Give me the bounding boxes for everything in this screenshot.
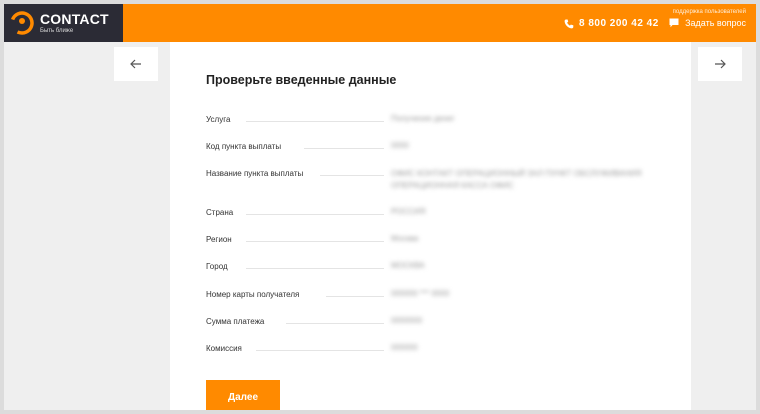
row-value: Москва [391, 234, 419, 243]
page-frame: CONTACT Быть ближе 8 800 200 42 42 подде… [0, 0, 760, 414]
row-divider [246, 268, 384, 269]
row-label: Регион [206, 235, 232, 244]
row-value: 000000 [391, 343, 418, 352]
ask-question-link[interactable]: Задать вопрос [669, 18, 746, 28]
brand-name: CONTACT [40, 11, 109, 27]
row-value: Получение денег [391, 114, 455, 123]
page-title: Проверьте введенные данные [206, 73, 397, 87]
contact-logo-icon [10, 11, 34, 35]
row-value: 0000000 [391, 316, 423, 325]
support-phone[interactable]: 8 800 200 42 42 [564, 18, 659, 29]
next-button[interactable]: Далее [206, 380, 280, 410]
row-divider [246, 121, 384, 122]
row-label: Город [206, 262, 228, 271]
row-label: Сумма платежа [206, 317, 265, 326]
phone-icon [564, 19, 574, 28]
row-label: Услуга [206, 115, 231, 124]
row-value: ОФИС КОНТАКТ ОПЕРАЦИОННЫЙ ЗАЛ ПУНКТ ОБСЛ… [391, 169, 642, 190]
chat-icon [669, 18, 679, 28]
next-arrow-button[interactable] [698, 47, 742, 81]
row-divider [320, 175, 384, 176]
phone-number: 8 800 200 42 42 [579, 18, 659, 29]
arrow-right-icon [715, 59, 726, 69]
support-block: поддержка пользователей Задать вопрос [669, 9, 746, 33]
row-label: Страна [206, 208, 234, 217]
row-divider [286, 323, 384, 324]
row-label: Номер карты получателя [206, 290, 300, 299]
row-value: 0000 [391, 141, 409, 150]
row-label: Код пункта выплаты [206, 142, 282, 151]
site-header: CONTACT Быть ближе 8 800 200 42 42 подде… [4, 4, 756, 42]
ask-question-label: Задать вопрос [685, 18, 746, 28]
row-divider [304, 148, 384, 149]
row-divider [246, 214, 384, 215]
row-label: Название пункта выплаты [206, 169, 304, 178]
row-label: Комиссия [206, 344, 242, 353]
row-value: МОСКВА [391, 261, 425, 270]
row-divider [326, 296, 384, 297]
confirmation-card: Проверьте введенные данные Услуга Получе… [170, 42, 691, 410]
row-divider [256, 350, 384, 351]
prev-arrow-button[interactable] [114, 47, 158, 81]
row-value: 000000 *** 0000 [391, 289, 450, 298]
brand-logo[interactable]: CONTACT Быть ближе [4, 4, 123, 42]
support-label: поддержка пользователей [672, 9, 746, 15]
row-divider [246, 241, 384, 242]
arrow-left-icon [130, 59, 141, 69]
row-value: РОССИЯ [391, 207, 426, 216]
brand-tagline: Быть ближе [40, 28, 74, 34]
